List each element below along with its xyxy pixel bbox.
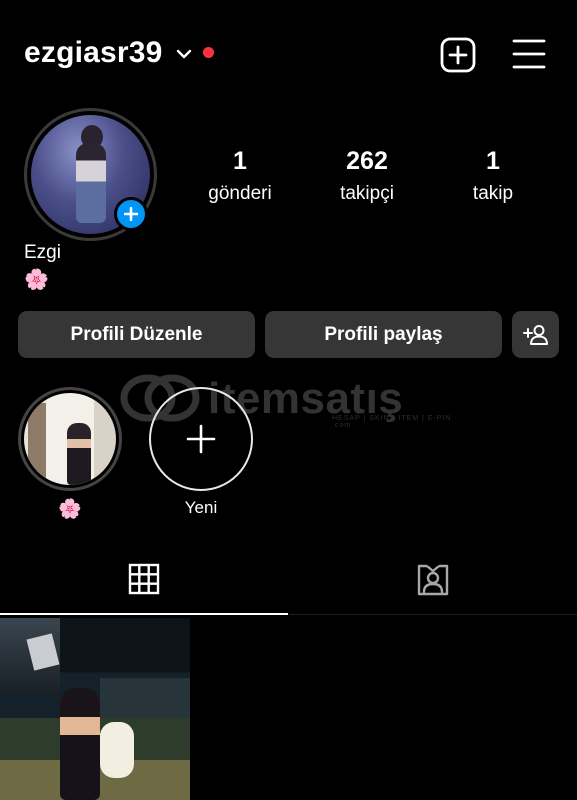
plus-icon (124, 207, 138, 221)
story-highlight-label: 🌸 (58, 499, 82, 520)
add-square-icon[interactable] (440, 37, 476, 73)
profile-header: ezgiasr39 (0, 0, 577, 108)
tab-tagged[interactable] (289, 545, 577, 615)
stat-following-label: takip (472, 183, 514, 204)
tagged-person-icon (417, 564, 449, 595)
highlight-photo-door (28, 403, 46, 481)
discover-people-button[interactable] (512, 311, 559, 358)
stat-posts[interactable]: 1 gönderi (180, 146, 300, 209)
add-story-button[interactable] (114, 197, 148, 231)
stat-followers[interactable]: 262 takipçi (307, 146, 427, 209)
new-highlight-button[interactable] (149, 387, 253, 491)
chevron-down-icon[interactable] (174, 44, 194, 64)
stat-followers-label: takipçi (340, 183, 394, 204)
stat-following-value: 1 (486, 147, 500, 175)
highlight-photo-figure (67, 423, 91, 485)
watermark-tagline: HESAP | SKIN | ITEM | E-PIN .com (332, 415, 452, 429)
stat-following[interactable]: 1 takip (433, 146, 553, 209)
story-highlight-thumbnail[interactable] (24, 393, 116, 485)
username-label[interactable]: ezgiasr39 (24, 36, 163, 70)
post-photo-dog (100, 722, 134, 778)
grid-icon (128, 563, 160, 595)
display-name: Ezgi (24, 242, 61, 263)
edit-profile-button[interactable]: Profili Düzenle (18, 311, 255, 358)
plus-icon (186, 424, 216, 454)
notification-dot (203, 47, 214, 58)
share-profile-button[interactable]: Profili paylaş (265, 311, 502, 358)
stat-posts-value: 1 (233, 147, 247, 175)
avatar-photo-figure (76, 143, 106, 223)
stat-posts-label: gönderi (208, 183, 272, 204)
post-photo-structure (100, 678, 190, 718)
bio-text: 🌸 (24, 269, 49, 291)
new-highlight-label: Yeni (184, 498, 218, 517)
post-photo-person (60, 688, 100, 800)
hamburger-menu-icon[interactable] (512, 38, 546, 70)
add-person-icon (522, 324, 548, 345)
stat-followers-value: 262 (346, 147, 388, 175)
tab-grid[interactable] (0, 545, 288, 615)
post-thumbnail[interactable] (0, 618, 190, 800)
